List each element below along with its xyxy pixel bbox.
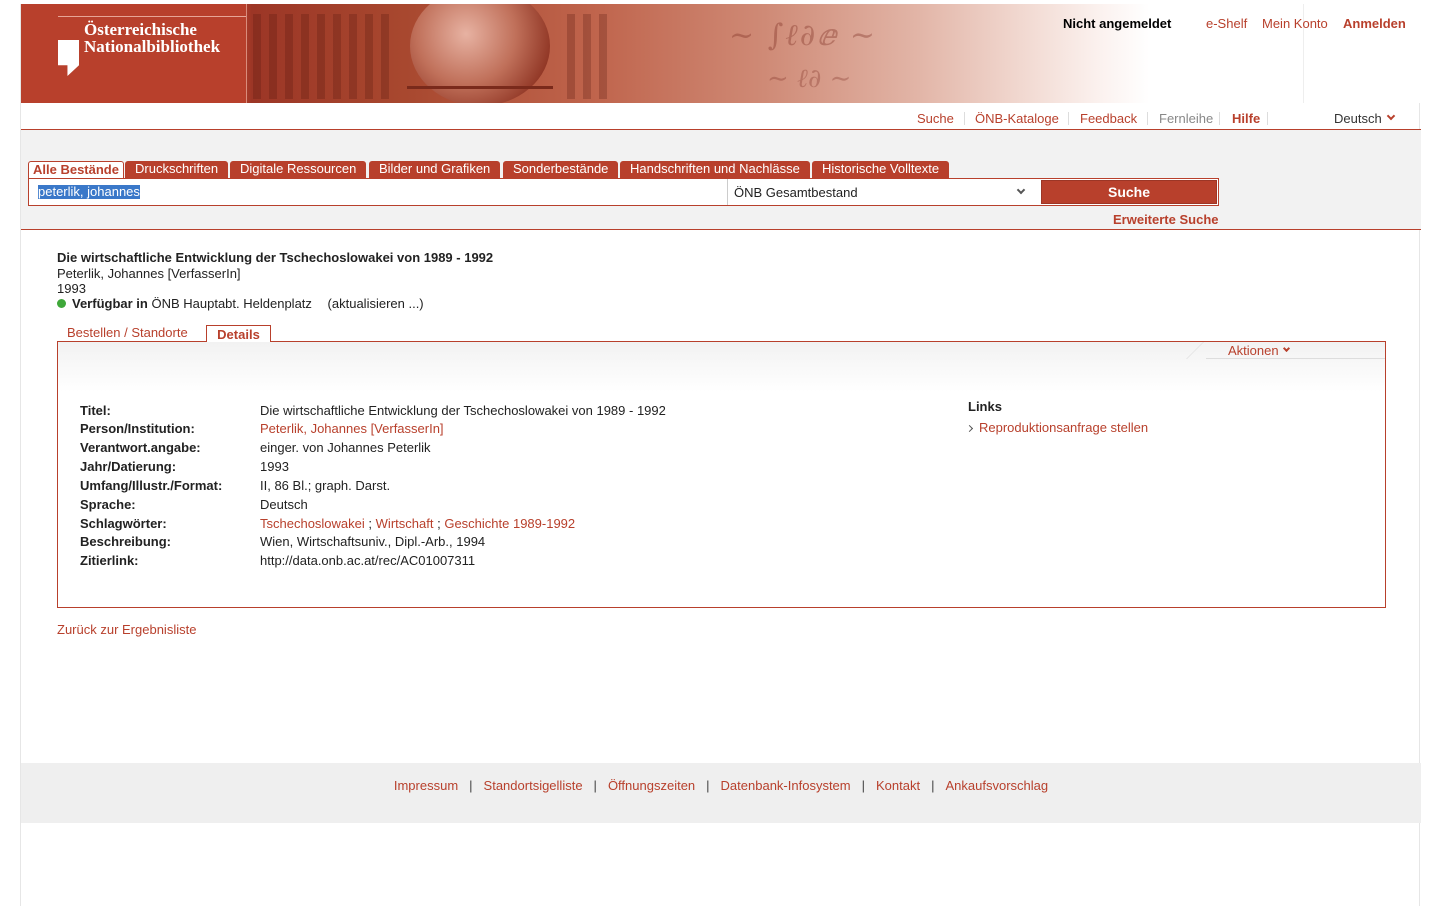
- tab-digitale-ressourcen[interactable]: Digitale Ressourcen: [230, 161, 367, 178]
- field-value-zitierlink: http://data.onb.ac.at/rec/AC01007311: [260, 553, 476, 568]
- nav-oenb-kataloge[interactable]: ÖNB-Kataloge: [975, 111, 1059, 126]
- login-status: Nicht angemeldet: [1063, 16, 1172, 31]
- field-value-verantwort: einger. von Johannes Peterlik: [260, 440, 431, 455]
- tab-details[interactable]: Details: [206, 325, 271, 342]
- footer-links: Impressum | Standortsigelliste | Öffnungszei…: [393, 778, 1049, 793]
- field-value-person-link[interactable]: Peterlik, Johannes [VerfasserIn]: [260, 421, 444, 436]
- footer-link-ankaufsvorschlag[interactable]: Ankaufsvorschlag: [946, 778, 1049, 793]
- onb-logo-icon: [58, 40, 79, 76]
- field-label-schlagwoerter: Schlagwörter:: [80, 516, 167, 531]
- nav-fernleihe[interactable]: Fernleihe: [1159, 111, 1213, 126]
- footer: Impressum | Standortsigelliste | Öffnungszei…: [21, 763, 1421, 823]
- subject-link[interactable]: Wirtschaft: [376, 516, 434, 531]
- field-label-person: Person/Institution:: [80, 421, 195, 436]
- availability: Verfügbar in ÖNB Hauptabt. Heldenplatz (…: [57, 296, 424, 311]
- field-label-umfang: Umfang/Illustr./Format:: [80, 478, 223, 493]
- field-value-sprache: Deutsch: [260, 497, 308, 512]
- reproduction-request-link[interactable]: Reproduktionsanfrage stellen: [979, 420, 1148, 435]
- search-button[interactable]: Suche: [1041, 180, 1217, 204]
- advanced-search-link[interactable]: Erweiterte Suche: [1113, 212, 1219, 227]
- field-value-schlagwoerter: Tschechoslowakei ; Wirtschaft ; Geschich…: [260, 516, 576, 531]
- details-panel: Aktionen Titel: Die wirtschaftliche Entw…: [57, 341, 1386, 608]
- eshelf-link[interactable]: e-Shelf: [1206, 16, 1247, 31]
- refresh-availability-link[interactable]: (aktualisieren ...): [328, 296, 424, 311]
- page-frame: ~ ∫ℓ∂ⅇ ∼ ∼ ℓ∂ ∼ Österreichische National…: [20, 4, 1421, 906]
- tab-sonderbestaende[interactable]: Sonderbestände: [503, 161, 619, 178]
- main-nav: Suche ÖNB-Kataloge Feedback Fernleihe Hi…: [21, 103, 1421, 130]
- footer-link-oeffnungszeiten[interactable]: Öffnungszeiten: [608, 778, 695, 793]
- tab-alle-bestaende[interactable]: Alle Bestände: [28, 161, 124, 179]
- footer-link-impressum[interactable]: Impressum: [394, 778, 458, 793]
- logo[interactable]: Österreichische Nationalbibliothek: [21, 4, 247, 103]
- my-account-link[interactable]: Mein Konto: [1262, 16, 1328, 31]
- chevron-down-icon[interactable]: [1386, 111, 1396, 121]
- record-year: 1993: [57, 281, 86, 296]
- tab-bestellen-standorte[interactable]: Bestellen / Standorte: [67, 325, 188, 340]
- links-heading: Links: [968, 399, 1002, 414]
- search-box: peterlik, johannes ÖNB Gesamtbestand Suc…: [28, 178, 1219, 206]
- nav-suche[interactable]: Suche: [917, 111, 954, 126]
- logo-text: Österreichische Nationalbibliothek: [84, 20, 221, 56]
- field-label-verantwort: Verantwort.angabe:: [80, 440, 201, 455]
- language-select[interactable]: Deutsch: [1334, 111, 1382, 126]
- scope-select[interactable]: ÖNB Gesamtbestand: [727, 179, 1040, 205]
- footer-link-datenbank-infosystem[interactable]: Datenbank-Infosystem: [721, 778, 851, 793]
- field-value-beschreibung: Wien, Wirtschaftsuniv., Dipl.-Arb., 1994: [260, 534, 486, 549]
- footer-link-kontakt[interactable]: Kontakt: [876, 778, 920, 793]
- field-label-jahr: Jahr/Datierung:: [80, 459, 177, 474]
- field-value-titel: Die wirtschaftliche Entwicklung der Tsch…: [260, 403, 666, 418]
- status-dot-icon: [57, 299, 66, 308]
- field-label-sprache: Sprache:: [80, 497, 136, 512]
- field-value-jahr: 1993: [260, 459, 289, 474]
- banner-decoration: ~ ∫ℓ∂ⅇ ∼ ∼ ℓ∂ ∼: [247, 4, 1127, 103]
- search-area: Alle Bestände Druckschriften Digitale Re…: [21, 130, 1421, 230]
- login-link[interactable]: Anmelden: [1343, 16, 1406, 31]
- field-value-umfang: II, 86 Bl.; graph. Darst.: [260, 478, 391, 493]
- actions-menu[interactable]: Aktionen: [1184, 342, 1385, 359]
- chevron-down-icon: [1282, 344, 1291, 353]
- chevron-right-icon: [965, 424, 974, 433]
- chevron-down-icon: [1016, 185, 1026, 195]
- header-banner: ~ ∫ℓ∂ⅇ ∼ ∼ ℓ∂ ∼ Österreichische National…: [21, 4, 1421, 103]
- availability-location: ÖNB Hauptabt. Heldenplatz: [151, 296, 312, 311]
- back-to-results-link[interactable]: Zurück zur Ergebnisliste: [57, 622, 196, 637]
- record-title: Die wirtschaftliche Entwicklung der Tsch…: [57, 250, 494, 265]
- search-query: peterlik, johannes: [38, 184, 140, 199]
- field-label-zitierlink: Zitierlink:: [80, 553, 139, 568]
- tab-historische-volltexte[interactable]: Historische Volltexte: [812, 161, 950, 178]
- nav-hilfe[interactable]: Hilfe: [1232, 111, 1260, 126]
- tab-bilder-grafiken[interactable]: Bilder und Grafiken: [369, 161, 501, 178]
- field-label-titel: Titel:: [80, 403, 111, 418]
- tab-handschriften[interactable]: Handschriften und Nachlässe: [620, 161, 810, 178]
- record-author: Peterlik, Johannes [VerfasserIn]: [57, 266, 241, 281]
- subject-link[interactable]: Geschichte 1989-1992: [444, 516, 575, 531]
- field-label-beschreibung: Beschreibung:: [80, 534, 172, 549]
- tab-druckschriften[interactable]: Druckschriften: [125, 161, 229, 178]
- subject-link[interactable]: Tschechoslowakei: [260, 516, 365, 531]
- nav-feedback[interactable]: Feedback: [1080, 111, 1137, 126]
- search-input[interactable]: peterlik, johannes: [29, 179, 727, 205]
- footer-link-standortsigelliste[interactable]: Standortsigelliste: [484, 778, 583, 793]
